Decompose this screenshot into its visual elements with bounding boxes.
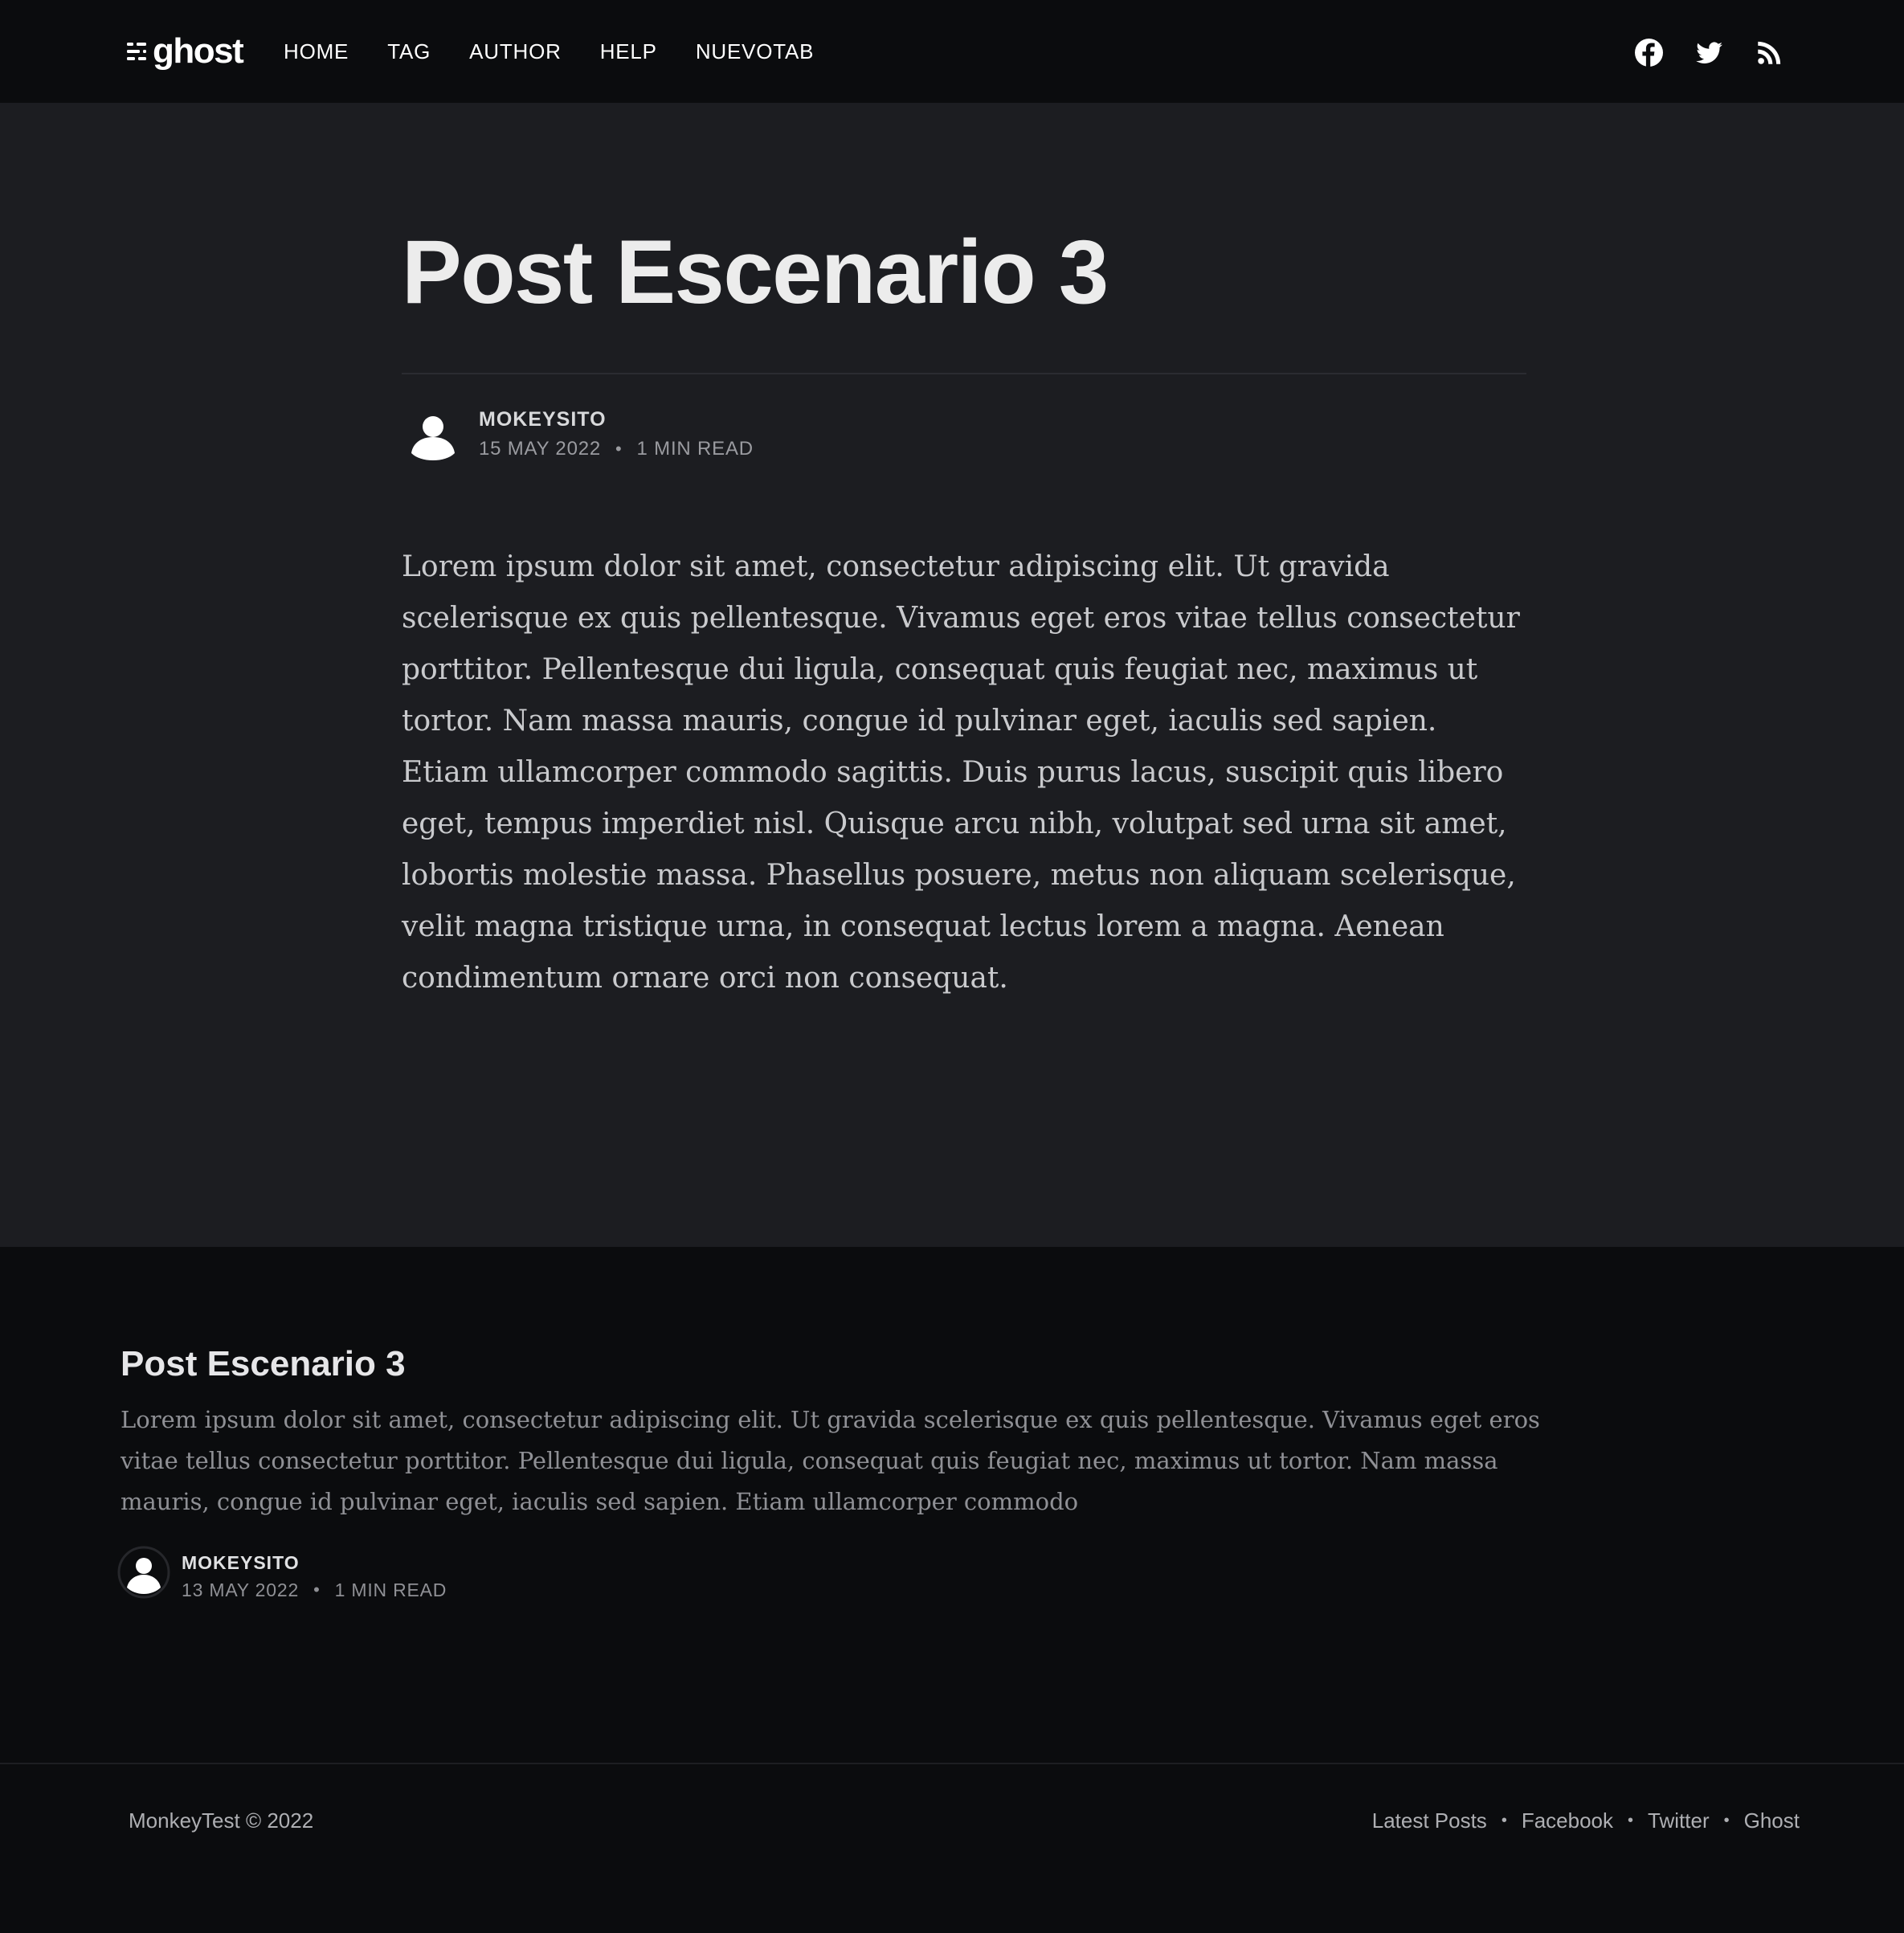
footer-separator: • [1501, 1812, 1507, 1829]
main-nav: HOME TAG AUTHOR HELP NUEVOTAB [284, 35, 814, 67]
article: Post Escenario 3 MOKEYSITO 15 MAY 2022 •… [0, 103, 1904, 1247]
footer-link-latest-posts[interactable]: Latest Posts [1372, 1806, 1487, 1835]
site-header: ghost HOME TAG AUTHOR HELP NUEVOTAB [0, 0, 1904, 103]
related-post-byline: MOKEYSITO 13 MAY 2022 • 1 MIN READ [117, 1546, 680, 1602]
post-meta: 15 MAY 2022 • 1 MIN READ [479, 437, 754, 461]
site-logo[interactable]: ghost [127, 29, 244, 74]
page: ghost HOME TAG AUTHOR HELP NUEVOTAB Post… [0, 0, 1904, 1933]
footer-link-ghost[interactable]: Ghost [1744, 1806, 1800, 1835]
meta-separator: • [615, 439, 623, 459]
related-meta-separator: • [313, 1580, 321, 1600]
footer-separator: • [1723, 1812, 1730, 1829]
author-name[interactable]: MOKEYSITO [479, 407, 607, 432]
facebook-icon[interactable] [1635, 38, 1663, 67]
footer-separator: • [1628, 1812, 1634, 1829]
post-date: 15 MAY 2022 [479, 438, 602, 460]
related-post-title[interactable]: Post Escenario 3 [121, 1342, 406, 1387]
footer-link-facebook[interactable]: Facebook [1522, 1806, 1613, 1835]
related-posts: Post Escenario 3 Lorem ipsum dolor sit a… [0, 1247, 1904, 1763]
copyright: MonkeyTest © 2022 [129, 1808, 314, 1833]
nav-item-home[interactable]: HOME [284, 35, 349, 67]
related-post-meta: 13 MAY 2022 • 1 MIN READ [182, 1578, 447, 1602]
related-post-date: 13 MAY 2022 [182, 1580, 300, 1600]
nav-item-author[interactable]: AUTHOR [469, 35, 562, 67]
rss-icon[interactable] [1755, 39, 1783, 67]
social-links [1635, 35, 1783, 69]
read-time: 1 MIN READ [636, 438, 754, 460]
footer-nav: Latest Posts • Facebook • Twitter • Ghos… [1372, 1806, 1800, 1835]
ghost-logo-icon [127, 43, 146, 60]
logo-text: ghost [153, 31, 244, 71]
related-author-name[interactable]: MOKEYSITO [182, 1551, 300, 1575]
title-divider [402, 373, 1526, 374]
author-avatar-icon[interactable] [408, 411, 458, 461]
post-byline: MOKEYSITO 15 MAY 2022 • 1 MIN READ [402, 402, 1205, 474]
related-author-avatar-icon[interactable] [117, 1546, 170, 1599]
nav-item-nuevotab[interactable]: NUEVOTAB [696, 35, 815, 67]
post-title: Post Escenario 3 [402, 222, 1109, 322]
nav-item-help[interactable]: HELP [600, 35, 657, 67]
related-read-time: 1 MIN READ [334, 1580, 447, 1600]
related-post-excerpt[interactable]: Lorem ipsum dolor sit amet, consectetur … [121, 1400, 1559, 1522]
footer-link-twitter[interactable]: Twitter [1648, 1806, 1710, 1835]
nav-item-tag[interactable]: TAG [387, 35, 431, 67]
site-footer: MonkeyTest © 2022 Latest Posts • Faceboo… [0, 1763, 1904, 1933]
twitter-icon[interactable] [1695, 39, 1723, 67]
post-content: Lorem ipsum dolor sit amet, consectetur … [402, 550, 1520, 995]
